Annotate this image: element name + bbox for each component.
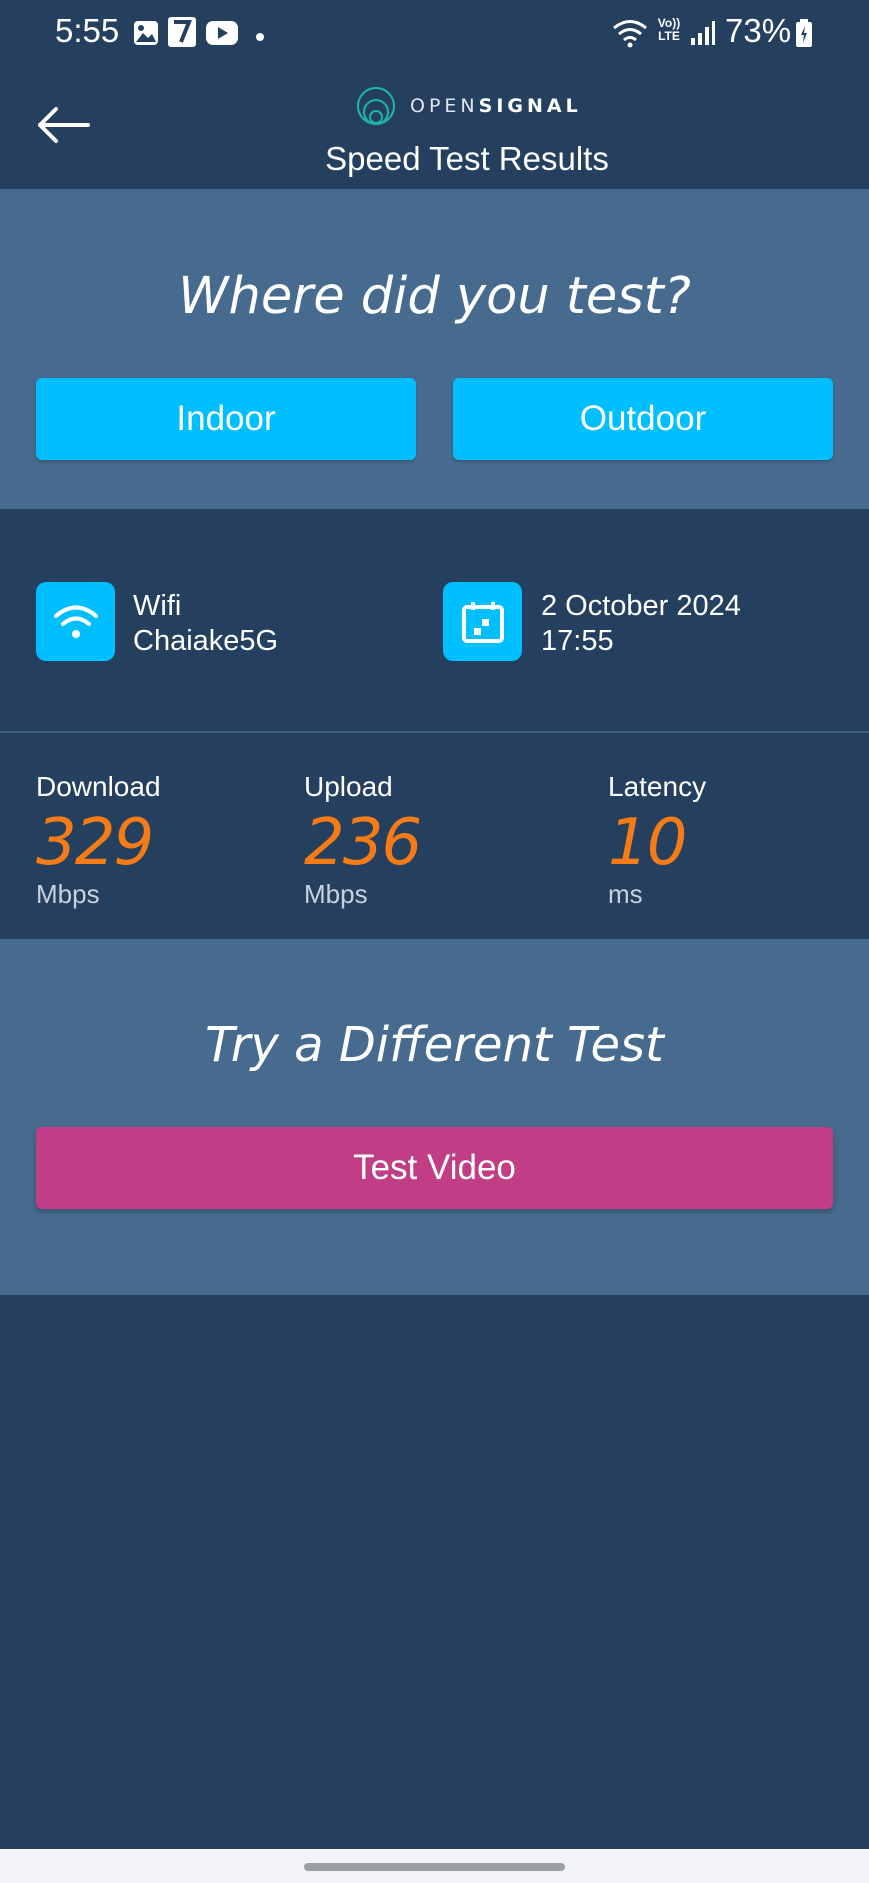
where-title: Where did you test? [178,267,691,326]
wifi-type-icon [36,582,115,661]
seven-eleven-app-icon [167,16,197,53]
upload-metric: Upload 236 Mbps [304,771,422,910]
youtube-icon [205,20,239,51]
status-bar: 5:55 Vo)) LTE 73% [0,0,869,66]
system-nav-bar [0,1849,869,1883]
different-test-section: Try a Different Test Test Video [0,939,869,1295]
indoor-button[interactable]: Indoor [36,378,416,460]
where-section: Where did you test? Indoor Outdoor [0,189,869,509]
dot-icon [255,29,265,47]
logo-text: OPENSIGNAL [410,95,582,117]
test-timestamp: 2 October 2024 17:55 [541,589,741,659]
calendar-icon [443,582,522,661]
results-section: Download 329 Mbps Upload 236 Mbps Latenc… [0,735,869,939]
latency-label: Latency [608,771,707,802]
gallery-icon [133,20,159,51]
latency-unit: ms [608,879,643,909]
latency-metric: Latency 10 ms [608,771,706,910]
connection-details: Wifi Chaiake5G [133,589,278,659]
app-header: OPENSIGNAL Speed Test Results [0,66,869,189]
connection-type: Wifi [133,590,182,622]
download-value: 329 [36,806,154,880]
upload-label: Upload [304,771,393,802]
battery-icon [795,18,813,53]
logo-text-open: OPEN [410,95,479,117]
connection-info-section: Wifi Chaiake5G 2 October 2024 17:55 [0,509,869,733]
test-video-button[interactable]: Test Video [36,1127,833,1209]
network-name: Chaiake5G [133,625,279,657]
wifi-icon [612,18,648,53]
test-time: 17:55 [541,625,614,657]
volte-icon: Vo)) LTE [657,16,681,43]
different-test-title: Try a Different Test [205,1017,664,1073]
download-label: Download [36,771,161,802]
home-gesture-handle[interactable] [304,1863,565,1871]
latency-value: 10 [608,806,687,880]
page-title: Speed Test Results [325,140,609,177]
download-metric: Download 329 Mbps [36,771,161,910]
signal-icon [690,20,716,51]
opensignal-logo-icon [357,87,395,125]
battery-percentage: 73% [725,12,792,49]
logo-text-signal: SIGNAL [478,95,582,117]
upload-value: 236 [304,806,422,880]
outdoor-button[interactable]: Outdoor [453,378,833,460]
status-time: 5:55 [55,12,120,49]
download-unit: Mbps [36,879,100,909]
test-date: 2 October 2024 [541,590,741,622]
upload-unit: Mbps [304,879,368,909]
opensignal-logo: OPENSIGNAL [356,84,582,128]
